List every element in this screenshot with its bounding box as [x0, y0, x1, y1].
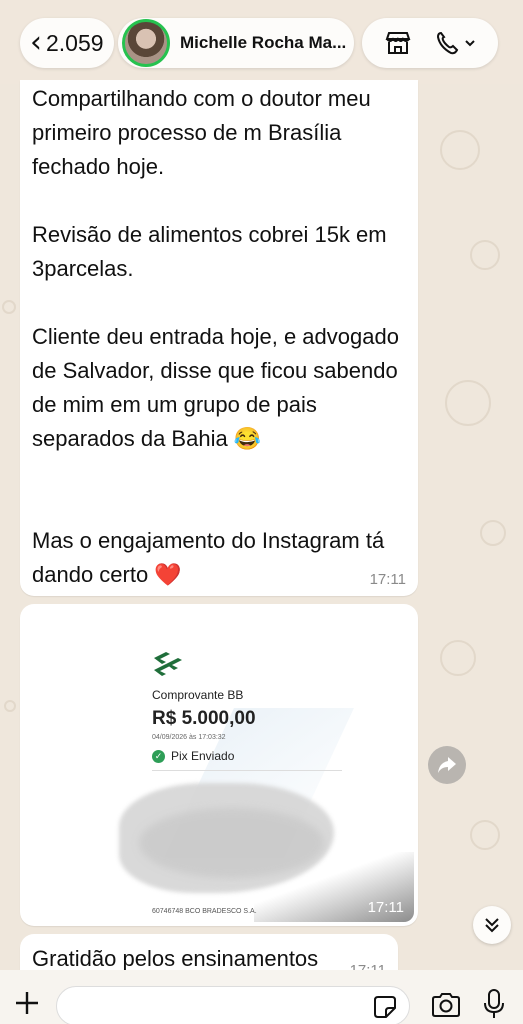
receipt-date: 04/09/2026 às 17:03:32 [152, 734, 226, 741]
unread-count: 2.059 [46, 29, 104, 56]
divider [152, 770, 342, 771]
microphone-icon[interactable] [482, 988, 506, 1020]
receipt-title: Comprovante BB [152, 688, 244, 702]
contact-info-button[interactable]: Michelle Rocha Ma... [118, 18, 354, 68]
check-circle-icon: ✓ [152, 749, 165, 763]
message-text: Compartilhando com o doutor meu primeiro… [32, 86, 399, 587]
receipt-image[interactable]: Comprovante BB R$ 5.000,00 04/09/2026 às… [24, 608, 414, 922]
image-message[interactable]: Comprovante BB R$ 5.000,00 04/09/2026 às… [20, 604, 418, 926]
phone-icon[interactable] [434, 28, 478, 58]
back-button[interactable]: ‹ 2.059 [20, 18, 114, 68]
camera-icon[interactable] [430, 990, 462, 1020]
message-input[interactable] [56, 986, 410, 1024]
store-icon[interactable] [383, 28, 413, 58]
header-actions [362, 18, 498, 68]
message-time: 17:11 [367, 899, 404, 916]
sticker-icon[interactable] [372, 994, 398, 1020]
message-time: 17:11 [369, 571, 406, 588]
incoming-message[interactable]: Compartilhando com o doutor meu primeiro… [20, 80, 418, 596]
avatar [122, 19, 170, 67]
chevron-left-icon: ‹ [30, 25, 42, 60]
plus-icon[interactable] [12, 988, 42, 1018]
input-bar [0, 970, 523, 1024]
receipt-amount: R$ 5.000,00 [152, 708, 256, 729]
contact-name: Michelle Rocha Ma... [180, 33, 347, 52]
receipt-status: ✓ Pix Enviado [152, 749, 234, 763]
receipt-status-label: Pix Enviado [171, 749, 235, 763]
bb-logo-icon [154, 652, 182, 676]
chevron-down-icon [464, 40, 475, 47]
forward-button[interactable] [428, 746, 466, 784]
forward-icon [438, 757, 456, 773]
scroll-to-bottom-button[interactable] [473, 906, 511, 944]
receipt-bank-line: 60746748 BCO BRADESCO S.A. [152, 908, 257, 915]
chat-header: ‹ 2.059 Michelle Rocha Ma... [0, 0, 523, 84]
double-chevron-down-icon [485, 918, 499, 933]
